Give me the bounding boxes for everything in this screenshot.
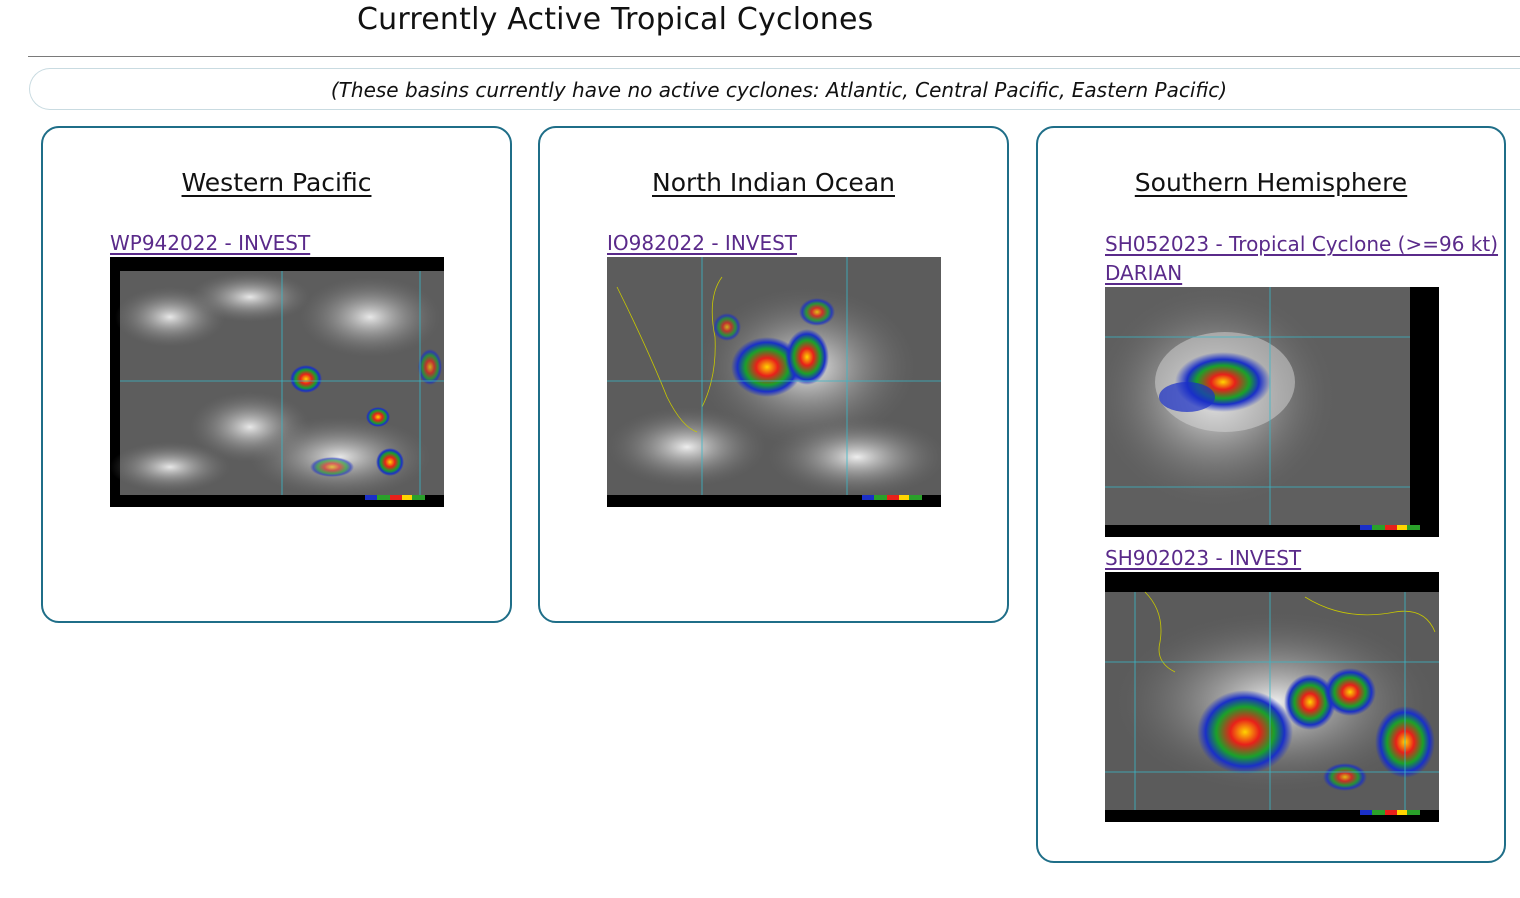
- inactive-basins-notice: (These basins currently have no active c…: [330, 78, 1228, 102]
- storm-link-sh052023-line2: DARIAN: [1105, 261, 1183, 285]
- basin-title: Western Pacific: [181, 168, 372, 197]
- basin-panel-southern-hemisphere: Southern Hemisphere SH052023 - Tropical …: [1036, 126, 1506, 863]
- basin-title: North Indian Ocean: [652, 168, 895, 197]
- satellite-image-wp942022[interactable]: [110, 257, 444, 507]
- satellite-image-sh902023[interactable]: [1105, 572, 1439, 822]
- satellite-image-io982022[interactable]: [607, 257, 941, 507]
- storm-link-io982022[interactable]: IO982022 - INVEST: [607, 229, 797, 258]
- basin-panel-north-indian-ocean: North Indian Ocean IO982022 - INVEST: [538, 126, 1009, 623]
- satellite-image-sh052023[interactable]: [1105, 287, 1439, 537]
- storm-link-sh052023-line1: SH052023 - Tropical Cyclone (>=96 kt): [1105, 232, 1499, 256]
- storm-link-sh052023[interactable]: SH052023 - Tropical Cyclone (>=96 kt) DA…: [1105, 230, 1498, 288]
- title-divider: [28, 56, 1520, 57]
- storm-link-sh902023[interactable]: SH902023 - INVEST: [1105, 544, 1301, 573]
- basin-panel-western-pacific: Western Pacific WP942022 - INVEST: [41, 126, 512, 623]
- storm-link-wp942022[interactable]: WP942022 - INVEST: [110, 229, 310, 258]
- page-title: Currently Active Tropical Cyclones: [357, 2, 874, 37]
- basin-title: Southern Hemisphere: [1134, 168, 1408, 197]
